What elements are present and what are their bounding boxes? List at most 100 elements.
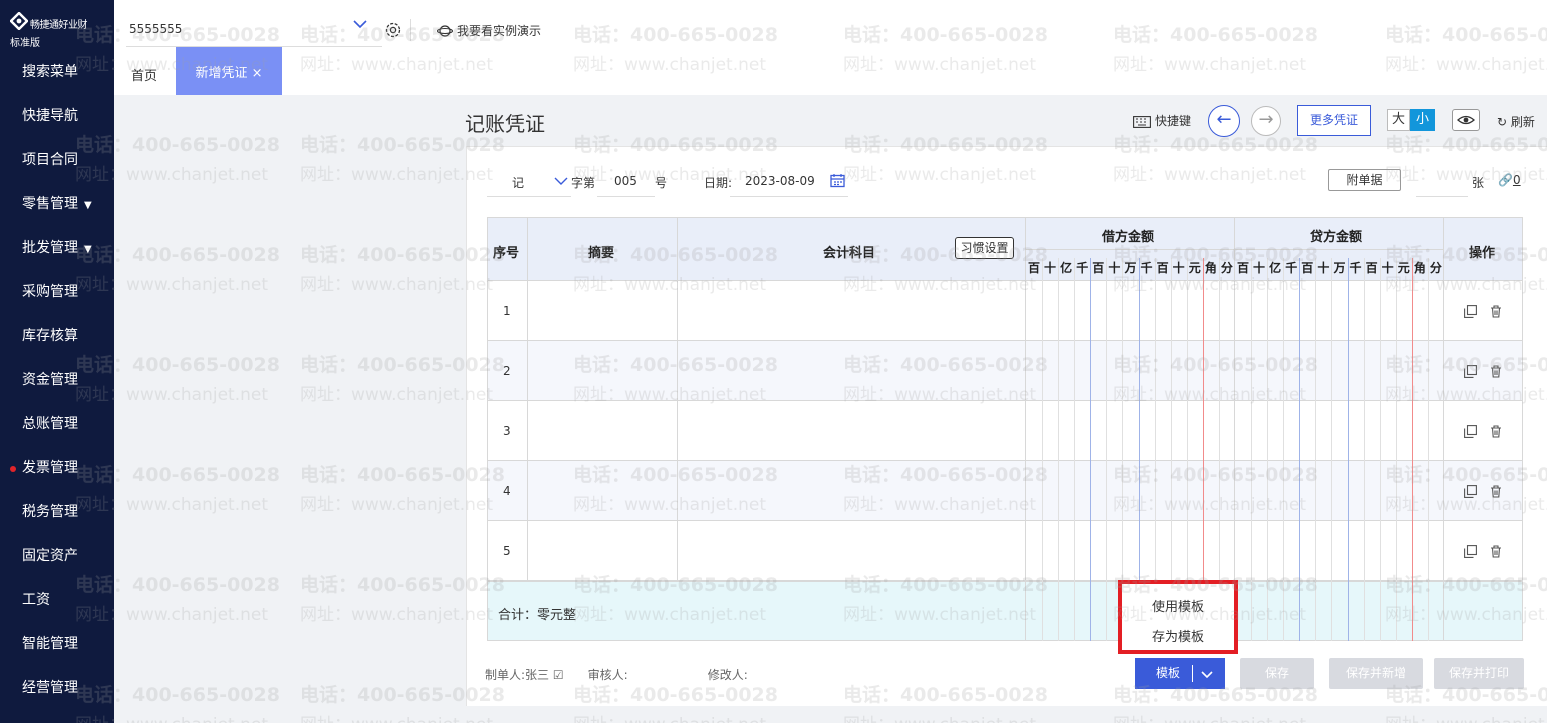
digit-label: 亿 [1060,261,1073,275]
zhang-label: 张 [1472,176,1485,190]
sidebar: 畅捷通好业财 标准版 搜索菜单快捷导航项目合同零售管理 ▼ 批发管理 ▼ 采购管理库存核… [0,0,114,723]
edit-icon[interactable]: ☑ [553,668,564,682]
sidebar-item[interactable]: 搜索菜单 [0,54,114,90]
sidebar-item[interactable]: 智能管理 [0,626,114,662]
sidebar-item[interactable]: 工资 [0,582,114,618]
sidebar-item[interactable]: 库存核算 [0,318,114,354]
digit-divider [1058,258,1060,641]
sidebar-item[interactable]: 经营管理 [0,670,114,706]
save-button[interactable]: 保存 [1240,658,1314,689]
digit-label: 十 [1381,261,1394,275]
digit-label: 分 [1429,261,1442,275]
size-large-toggle[interactable]: 大 [1387,109,1410,131]
date-input[interactable]: 2023-08-09 [745,174,815,188]
sidebar-item[interactable]: 资金管理 [0,362,114,398]
shortcut-button[interactable]: 快捷键 [1133,112,1191,129]
sidebar-item-label: 项目合同 [22,152,78,168]
sidebar-item[interactable]: 税务管理 [0,494,114,530]
digit-divider [1347,258,1349,641]
sidebar-item[interactable]: 快捷导航 [0,98,114,134]
total-row [487,581,1523,641]
demo-link[interactable]: 我要看实例演示 [436,22,542,39]
attachment-button[interactable]: 附单据 [1328,169,1401,191]
row-number: 2 [503,364,511,378]
view-button[interactable] [1452,109,1480,131]
sidebar-item[interactable]: 总账管理 [0,406,114,442]
gear-icon[interactable] [384,21,402,39]
copy-icon[interactable] [1464,545,1477,558]
digit-label: 十 [1253,261,1266,275]
header-credit: 贷方金额 [1310,230,1363,245]
keyboard-icon [1133,116,1151,128]
trash-icon[interactable] [1490,425,1502,438]
demo-label: 我要看实例演示 [457,24,542,38]
table-cell[interactable] [527,280,678,341]
digit-label: 百 [1365,261,1378,275]
more-vouchers-button[interactable]: 更多凭证 [1297,105,1371,136]
header-account: 会计科目 [823,246,876,261]
table-cell[interactable] [677,520,1026,581]
save-print-button[interactable]: 保存并打印 [1434,658,1524,689]
sidebar-item-label: 快捷导航 [22,108,78,124]
save-template-item[interactable]: 存为模板 [1152,626,1204,645]
trash-icon[interactable] [1490,485,1502,498]
refresh-button[interactable]: ↻ 刷新 [1497,113,1535,130]
table-cell[interactable] [527,400,678,461]
chevron-down-icon[interactable] [554,175,568,187]
table-cell[interactable] [677,340,1026,401]
table-cell[interactable] [677,400,1026,461]
digit-label: 万 [1124,261,1137,275]
tab-close-icon[interactable]: × [252,66,263,81]
voucher-word-select[interactable]: 记 [512,174,524,191]
copy-icon[interactable] [1464,485,1477,498]
prev-voucher-button[interactable]: ← [1208,105,1240,137]
attachment-count-link[interactable]: 🔗0 [1498,173,1521,187]
digit-label: 角 [1204,261,1217,275]
template-button[interactable]: 模板 [1135,658,1225,689]
table-cell[interactable] [527,520,678,581]
chevron-down-icon[interactable] [1199,666,1215,682]
tab-new-voucher[interactable]: 新增凭证 × [176,47,282,95]
sidebar-item[interactable]: 固定资产 [0,538,114,574]
row-number: 1 [503,304,511,318]
calendar-icon[interactable] [830,173,845,188]
sidebar-item[interactable]: 发票管理 [0,450,114,486]
digit-label: 十 [1172,261,1185,275]
next-voucher-button[interactable]: → [1251,106,1281,136]
copy-icon[interactable] [1464,425,1477,438]
copy-icon[interactable] [1464,305,1477,318]
company-selector[interactable]: 5555555 [129,22,182,36]
chevron-down-icon[interactable] [352,16,368,32]
digit-label: 十 [1317,261,1330,275]
save-new-button[interactable]: 保存并新增 [1329,658,1423,689]
tab-home[interactable]: 首页 [131,65,157,84]
app-logo[interactable]: 畅捷通好业财 标准版 [8,12,114,52]
template-divider [1192,665,1193,682]
sidebar-item[interactable]: 零售管理 ▼ [0,186,114,222]
table-cell[interactable] [677,280,1026,341]
sidebar-item[interactable]: 项目合同 [0,142,114,178]
tab-new-voucher-label: 新增凭证 [195,66,248,81]
use-template-item[interactable]: 使用模板 [1152,596,1204,615]
logo-text: 畅捷通好业财 [30,20,88,31]
sidebar-item-label: 批发管理 [22,240,78,256]
copy-icon[interactable] [1464,365,1477,378]
trash-icon[interactable] [1490,545,1502,558]
refresh-label: 刷新 [1510,115,1535,129]
date-label: 日期: [704,176,733,190]
voucher-number-input[interactable]: 005 [614,174,637,188]
table-cell[interactable] [677,460,1026,521]
sidebar-item[interactable]: 批发管理 ▼ [0,230,114,266]
trash-icon[interactable] [1490,365,1502,378]
sidebar-item[interactable]: 采购管理 [0,274,114,310]
digit-divider [1315,258,1317,641]
sidebar-item-label: 资金管理 [22,372,78,388]
size-small-toggle[interactable]: 小 [1410,109,1435,131]
modifier-label: 修改人: [707,668,748,682]
digit-label: 百 [1092,261,1105,275]
habit-settings-button[interactable]: 习惯设置 [955,237,1014,259]
trash-icon[interactable] [1490,305,1502,318]
table-cell[interactable] [527,340,678,401]
table-cell[interactable] [527,460,678,521]
digit-divider [1090,258,1092,641]
